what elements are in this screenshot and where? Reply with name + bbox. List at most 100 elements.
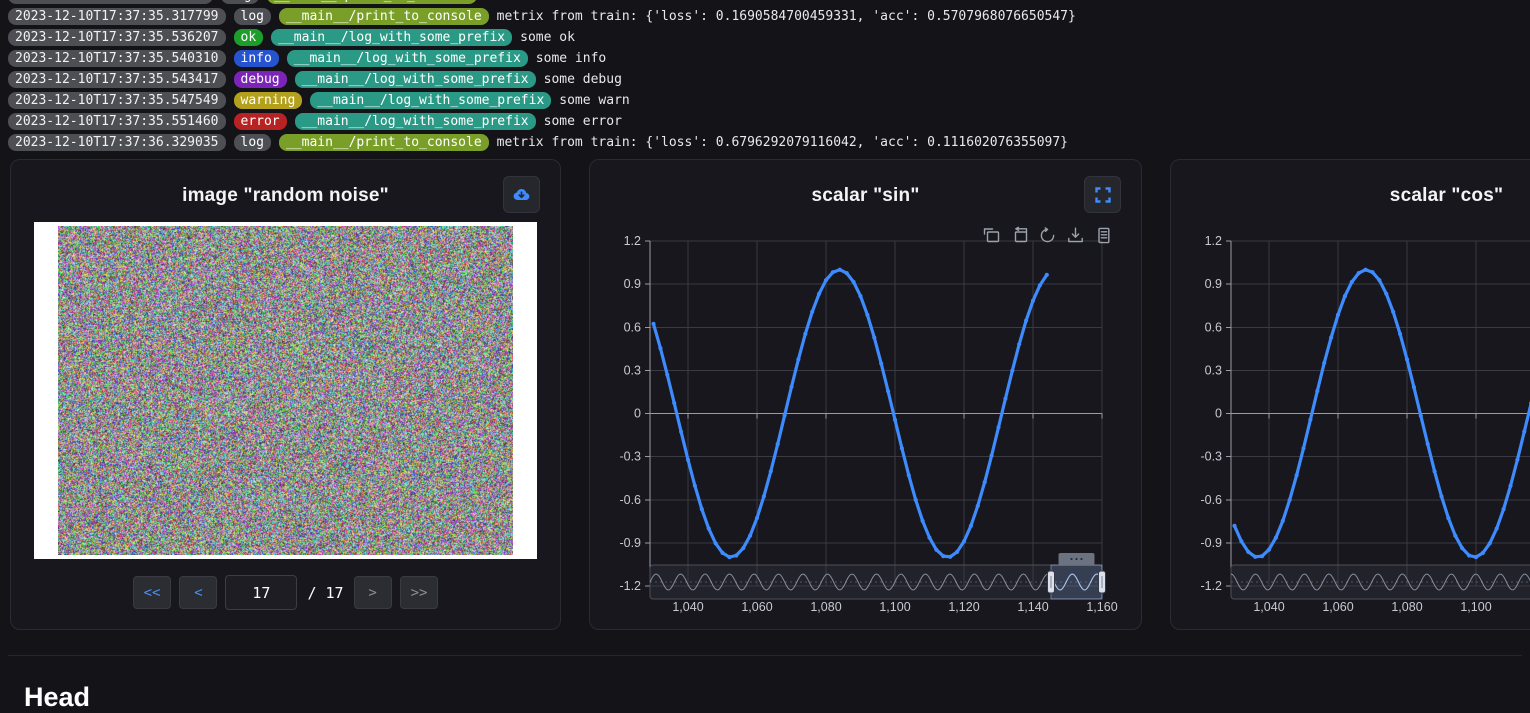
log-message: some debug xyxy=(544,72,622,87)
noise-image xyxy=(58,226,513,555)
svg-text:1,060: 1,060 xyxy=(741,600,772,614)
svg-text:-0.6: -0.6 xyxy=(619,493,641,507)
log-row: 2023-12-10T17:37:35.543417debug__main__/… xyxy=(8,71,1530,88)
log-message: some ok xyxy=(520,30,575,45)
datazoom-drag-tab[interactable] xyxy=(1059,553,1095,565)
log-message: metrix from train: {'loss': 0.1690584700… xyxy=(497,9,1076,24)
timestamp-badge: 2023-12-10T17:37:35.543417 xyxy=(8,71,226,88)
sin-card-title: scalar "sin" xyxy=(811,175,919,207)
level-badge: log xyxy=(221,0,259,4)
svg-text:0.3: 0.3 xyxy=(1205,363,1222,377)
datazoom-slider[interactable] xyxy=(650,553,1106,599)
svg-text:0: 0 xyxy=(634,407,641,421)
module-badge: __main__/print_to_console xyxy=(279,134,489,151)
svg-text:0: 0 xyxy=(1215,407,1222,421)
cards-row: image "random noise" << < / 17 > >> scal… xyxy=(10,159,1530,630)
datazoom-slider[interactable] xyxy=(1231,553,1530,599)
log-row: 2023-12-10T17:37:35.536207ok__main__/log… xyxy=(8,29,1530,46)
level-badge: info xyxy=(234,50,279,67)
svg-text:1.2: 1.2 xyxy=(624,234,641,248)
svg-text:1,040: 1,040 xyxy=(672,600,703,614)
log-message: some warn xyxy=(559,93,629,108)
log-message: metrix from train: {'loss': 0.6796292079… xyxy=(497,135,1068,150)
level-badge: log xyxy=(234,8,271,25)
level-badge: warning xyxy=(234,92,303,109)
sin-chart[interactable]: 1.20.90.60.30-0.3-0.6-0.9-1.2 1,0401,060… xyxy=(590,220,1143,620)
chart-toolbox xyxy=(985,227,1109,242)
svg-text:-1.2: -1.2 xyxy=(1200,579,1222,593)
log-row: 2023-12-10T17:37:35.540310 info __main__/l… xyxy=(8,50,1530,67)
page-input[interactable] xyxy=(225,575,297,610)
svg-text:1,100: 1,100 xyxy=(1460,600,1491,614)
svg-text:1,160: 1,160 xyxy=(1086,600,1117,614)
module-badge: __main__/log_with_some_prefix xyxy=(295,113,536,130)
fullscreen-icon xyxy=(1094,186,1112,204)
page-total: / 17 xyxy=(305,584,345,602)
svg-text:-0.9: -0.9 xyxy=(1200,536,1222,550)
log-row: 2023-12-10T17:37:35.547549 warning __main_… xyxy=(8,92,1530,109)
svg-text:0.9: 0.9 xyxy=(1205,277,1222,291)
svg-text:1,120: 1,120 xyxy=(948,600,979,614)
cos-card-header: scalar "cos" xyxy=(1171,160,1530,222)
x-axis-labels: 1,0401,0601,0801,1001,1201,1401,160 xyxy=(672,600,1117,614)
cos-chart[interactable]: 1.20.90.60.30-0.3-0.6-0.9-1.2 1,0401,060… xyxy=(1171,220,1530,620)
svg-text:0.3: 0.3 xyxy=(624,363,641,377)
last-page-button[interactable]: >> xyxy=(400,576,439,609)
svg-text:-1.2: -1.2 xyxy=(619,579,641,593)
datazoom-handle-left[interactable] xyxy=(1048,571,1055,593)
timestamp-badge: 2023-12-10T17:37:35.551460 xyxy=(8,113,226,130)
expand-button[interactable] xyxy=(1084,176,1121,213)
download-button[interactable] xyxy=(503,176,540,213)
log-row: log __main__/print_to_console xyxy=(8,0,1530,4)
level-badge: ok xyxy=(234,29,264,46)
image-card-title: image "random noise" xyxy=(182,175,389,207)
module-badge: __main__/log_with_some_prefix xyxy=(295,71,536,88)
module-badge: __main__/print_to_console xyxy=(267,0,477,4)
toolbox-zoom-reset-icon[interactable] xyxy=(1016,227,1027,241)
log-console: log__main__/print_to_console2023-12-10T1… xyxy=(0,0,1530,151)
cos-card-title: scalar "cos" xyxy=(1390,175,1503,207)
datazoom-handle-right[interactable] xyxy=(1099,571,1106,593)
toolbox-restore-icon[interactable] xyxy=(1041,228,1053,242)
module-badge: __main__/log_with_some_prefix xyxy=(310,92,551,109)
toolbox-data-view-icon[interactable] xyxy=(1099,228,1109,242)
sin-chart-card: scalar "sin" 1.20.90.60.30-0.3-0.6-0.9-1… xyxy=(589,159,1142,630)
axes xyxy=(1226,241,1530,586)
toolbox-zoom-icon[interactable] xyxy=(985,229,999,242)
log-row: 2023-12-10T17:37:35.317799log__main__/pr… xyxy=(8,8,1530,25)
prev-page-button[interactable]: < xyxy=(179,576,217,609)
next-page-button[interactable]: > xyxy=(354,576,392,609)
log-row: 2023-12-10T17:37:36.329035 log __main__/pr… xyxy=(8,134,1530,151)
svg-text:0.6: 0.6 xyxy=(624,320,641,334)
svg-text:1,040: 1,040 xyxy=(1253,600,1284,614)
svg-text:1,140: 1,140 xyxy=(1017,600,1048,614)
x-axis-labels: 1,0401,0601,0801,1001,1201,1401,160 xyxy=(1253,600,1530,614)
image-card-header: image "random noise" xyxy=(11,160,560,222)
module-badge: __main__/log_with_some_prefix xyxy=(287,50,528,67)
pagination: << < / 17 > >> xyxy=(11,575,560,610)
log-message: some error xyxy=(544,114,622,129)
cos-chart-card: scalar "cos" 1.20.90.60.30-0.3-0.6-0.9-1… xyxy=(1170,159,1530,630)
y-axis-labels: 1.20.90.60.30-0.3-0.6-0.9-1.2 xyxy=(619,234,641,593)
timestamp-badge: 2023-12-10T17:37:35.536207 xyxy=(8,29,226,46)
image-frame xyxy=(34,222,537,559)
svg-text:1.2: 1.2 xyxy=(1205,234,1222,248)
level-badge: error xyxy=(234,113,287,130)
svg-text:1,100: 1,100 xyxy=(879,600,910,614)
sin-card-header: scalar "sin" xyxy=(590,160,1141,222)
svg-text:0.6: 0.6 xyxy=(1205,320,1222,334)
cloud-download-icon xyxy=(511,184,532,205)
timestamp-badge: 2023-12-10T17:37:35.547549 xyxy=(8,92,226,109)
svg-text:1,060: 1,060 xyxy=(1322,600,1353,614)
datazoom-window[interactable] xyxy=(1051,565,1102,599)
svg-text:1,080: 1,080 xyxy=(1391,600,1422,614)
toolbox-save-image-icon[interactable] xyxy=(1069,228,1082,241)
svg-text:-0.6: -0.6 xyxy=(1200,493,1222,507)
svg-text:0.9: 0.9 xyxy=(624,277,641,291)
y-axis-labels: 1.20.90.60.30-0.3-0.6-0.9-1.2 xyxy=(1200,234,1222,593)
level-badge: log xyxy=(234,134,271,151)
svg-text:-0.9: -0.9 xyxy=(619,536,641,550)
timestamp-badge: 2023-12-10T17:37:36.329035 xyxy=(8,134,226,151)
first-page-button[interactable]: << xyxy=(133,576,172,609)
timestamp-badge: 2023-12-10T17:37:35.540310 xyxy=(8,50,226,67)
